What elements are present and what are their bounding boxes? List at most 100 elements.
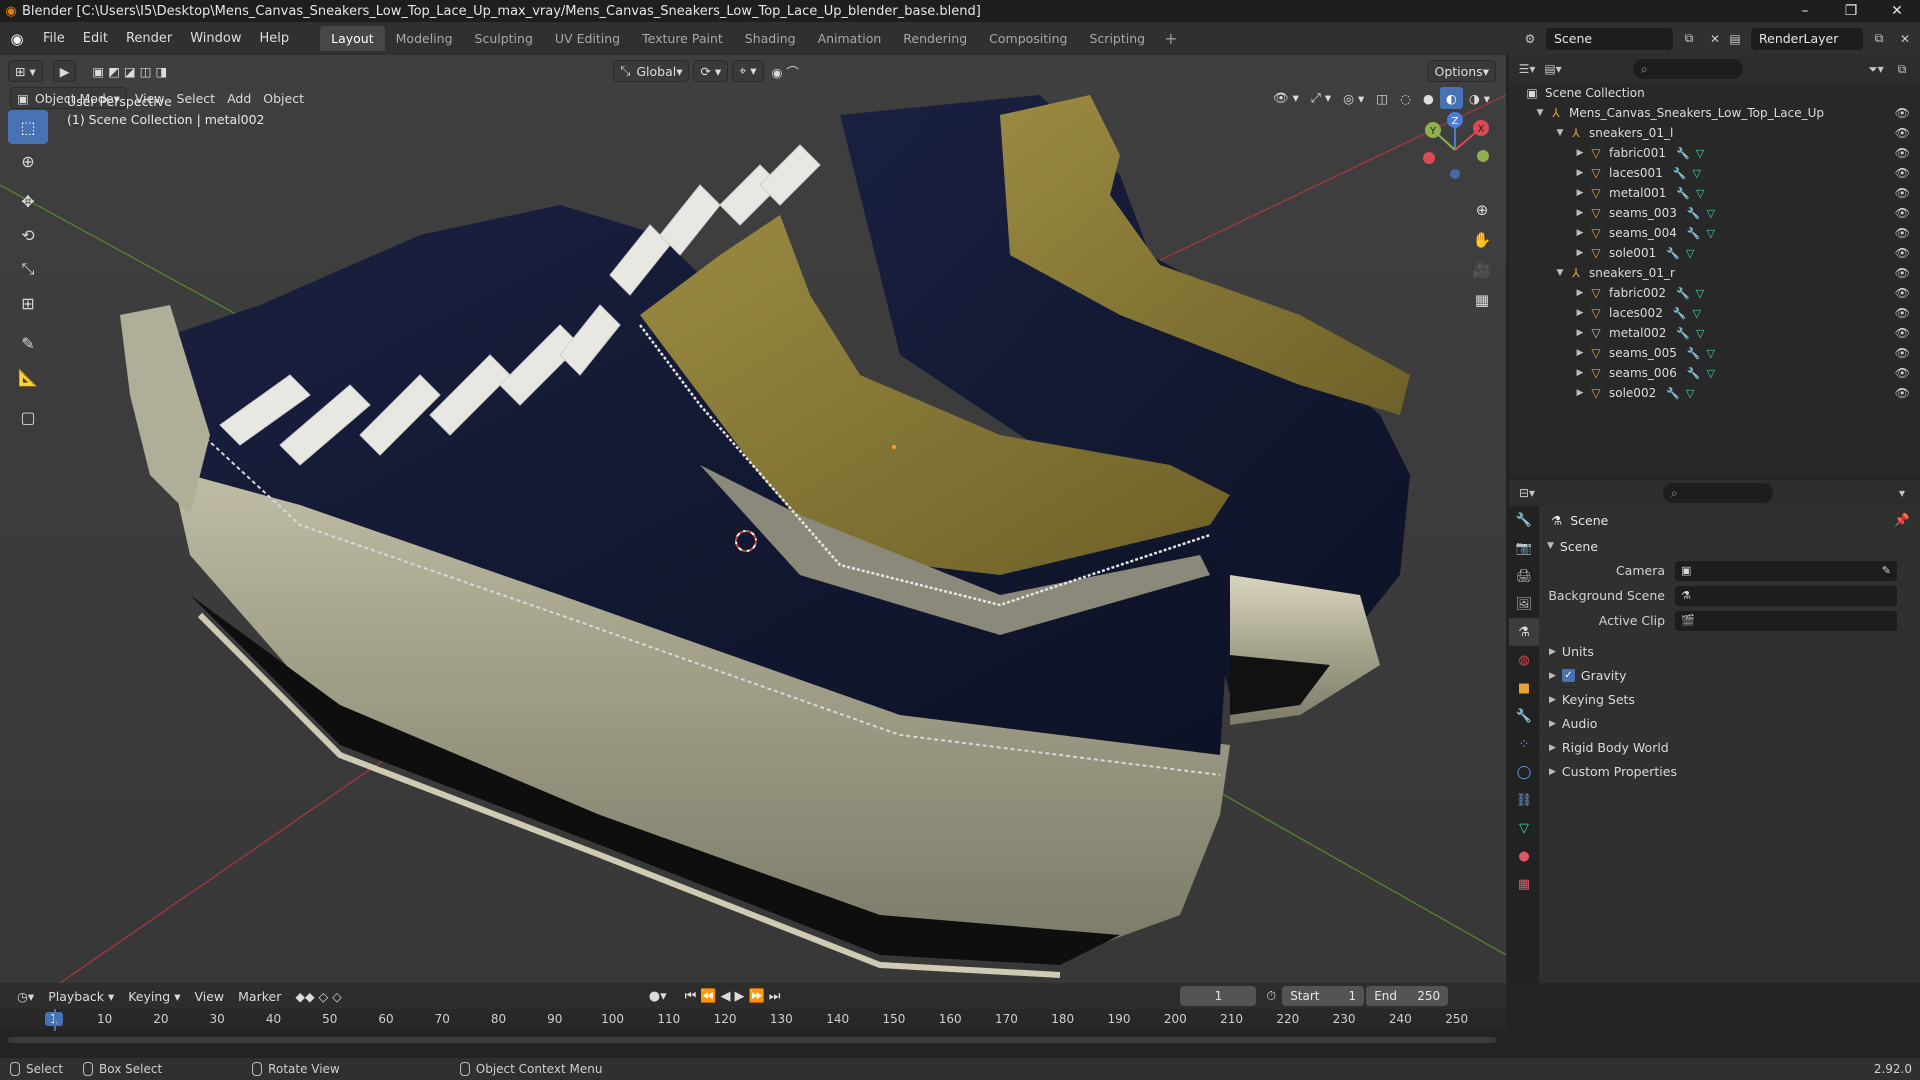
outliner-row-group[interactable]: ▼ ⅄ sneakers_01_r 👁 (1509, 263, 1920, 283)
expand-arrow-icon[interactable]: ▶ (1573, 168, 1587, 178)
visibility-eye-icon[interactable]: 👁 (1895, 206, 1910, 220)
object-tab-icon[interactable]: ■ (1509, 674, 1539, 702)
gizmo-toggle-icon[interactable]: ⤢ ▾ (1305, 87, 1337, 109)
snapping-icon[interactable]: ⌖ ▾ (732, 60, 764, 82)
viewport-scene[interactable] (0, 55, 1506, 983)
mesh-data-icon[interactable]: ▽ (1707, 367, 1715, 380)
annotate-icon[interactable]: ✎ (8, 326, 48, 360)
properties-options-icon[interactable]: ▾ (1892, 483, 1912, 503)
gravity-checkbox[interactable]: ✓ (1561, 669, 1575, 682)
visibility-eye-icon[interactable]: 👁 (1895, 346, 1910, 360)
modifier-icon[interactable]: 🔧 (1666, 387, 1680, 400)
outliner-row-object[interactable]: ▶ ▽ seams_004 🔧 ▽ 👁 (1509, 223, 1920, 243)
texture-tab-icon[interactable]: ▦ (1509, 870, 1539, 898)
modifier-icon[interactable]: 🔧 (1687, 207, 1701, 220)
outliner-row-object[interactable]: ▶ ▽ sole002 🔧 ▽ 👁 (1509, 383, 1920, 403)
jump-start-icon[interactable]: ⏮ (685, 989, 697, 1004)
mesh-data-icon[interactable]: ▽ (1707, 227, 1715, 240)
delete-scene-icon[interactable]: ✕ (1705, 29, 1725, 49)
camera-view-icon[interactable]: 🎥 (1466, 255, 1498, 285)
display-mode-icon[interactable]: ▤▾ (1543, 59, 1563, 79)
shading-wireframe-icon[interactable]: ◌ (1394, 87, 1417, 109)
modifier-icon[interactable]: 🔧 (1676, 287, 1690, 300)
menu-help[interactable]: Help (251, 31, 299, 46)
play-reverse-icon[interactable]: ◀ (721, 989, 731, 1004)
modifier-icon[interactable]: 🔧 (1676, 327, 1690, 340)
transform-icon[interactable]: ⊞ (8, 286, 48, 320)
timeline-editor-icon[interactable]: ◷▾ (10, 989, 41, 1004)
visibility-eye-icon[interactable]: 👁 (1895, 386, 1910, 400)
add-cube-icon[interactable]: ▢ (8, 400, 48, 434)
mesh-data-icon[interactable]: ▽ (1686, 247, 1694, 260)
scene-section-header[interactable]: ▼ Scene (1539, 534, 1920, 558)
view-layer-field[interactable]: RenderLayer (1751, 27, 1863, 50)
physics-tab-icon[interactable]: ◯ (1509, 758, 1539, 786)
outliner-row-object[interactable]: ▶ ▽ metal001 🔧 ▽ 👁 (1509, 183, 1920, 203)
timeline-ruler[interactable]: 1102030405060708090100110120130140150160… (0, 1009, 1506, 1029)
timeline-track[interactable] (0, 1009, 1506, 1058)
select-mode-icon[interactable]: ▶ (52, 60, 77, 82)
world-tab-icon[interactable]: ◍ (1509, 646, 1539, 674)
mesh-data-icon[interactable]: ▽ (1707, 207, 1715, 220)
material-tab-icon[interactable]: ● (1509, 842, 1539, 870)
outliner-row-object[interactable]: ▶ ▽ seams_005 🔧 ▽ 👁 (1509, 343, 1920, 363)
blender-menu-icon[interactable]: ◉ (0, 30, 34, 48)
move-icon[interactable]: ✥ (8, 184, 48, 218)
visibility-eye-icon[interactable]: 👁 (1895, 326, 1910, 340)
particles-tab-icon[interactable]: ⁘ (1509, 730, 1539, 758)
shading-solid-icon[interactable]: ● (1417, 87, 1440, 109)
eyedropper-icon[interactable]: ✎ (1882, 564, 1891, 577)
visibility-eye-icon[interactable]: 👁 (1895, 186, 1910, 200)
new-view-layer-icon[interactable]: ⧉ (1869, 29, 1889, 49)
expand-arrow-icon[interactable]: ▼ (1553, 268, 1567, 278)
tab-sculpting[interactable]: Sculpting (464, 26, 544, 51)
end-frame-field[interactable]: End 250 (1366, 986, 1449, 1006)
rotate-icon[interactable]: ⟲ (8, 218, 48, 252)
view-layer-tab-icon[interactable]: 🖼 (1509, 590, 1539, 618)
close-icon[interactable]: ✕ (1874, 0, 1920, 22)
menu-file[interactable]: File (34, 31, 74, 46)
outliner-row-object[interactable]: ▶ ▽ laces002 🔧 ▽ 👁 (1509, 303, 1920, 323)
visibility-eye-icon[interactable]: 👁 (1895, 246, 1910, 260)
menu-edit[interactable]: Edit (74, 31, 117, 46)
output-tab-icon[interactable]: 🖨 (1509, 562, 1539, 590)
visibility-eye-icon[interactable]: 👁 (1895, 126, 1910, 140)
navigation-gizmo[interactable]: Z Y X (1415, 110, 1495, 190)
overlay-toggle-icon[interactable]: ◎ ▾ (1337, 87, 1370, 109)
current-frame-field[interactable]: 1 (1180, 986, 1257, 1006)
ortho-grid-icon[interactable]: ▦ (1466, 285, 1498, 315)
menu-playback[interactable]: Playback ▾ (41, 989, 121, 1004)
keyframe-icons[interactable]: ◆◆ ◇ ◇ (288, 989, 348, 1004)
panel-custom-properties[interactable]: ▶ Custom Properties (1539, 759, 1920, 783)
cursor-icon[interactable]: ⊕ (8, 144, 48, 178)
outliner-editor-icon[interactable]: ☰▾ (1517, 59, 1537, 79)
minimize-icon[interactable]: – (1782, 0, 1828, 22)
outliner-row-object[interactable]: ▶ ▽ seams_003 🔧 ▽ 👁 (1509, 203, 1920, 223)
tab-uv-editing[interactable]: UV Editing (544, 26, 631, 51)
scene-name-field[interactable]: Scene (1546, 27, 1673, 50)
measure-icon[interactable]: 📐 (8, 360, 48, 394)
menu-object[interactable]: Object (257, 87, 310, 109)
modifier-icon[interactable]: 🔧 (1687, 367, 1701, 380)
delete-view-layer-icon[interactable]: ✕ (1895, 29, 1915, 49)
visibility-icon[interactable]: 👁 ▾ (1267, 87, 1305, 109)
outliner-search-input[interactable]: ⌕ (1633, 59, 1743, 79)
data-tab-icon[interactable]: ▽ (1509, 814, 1539, 842)
tab-animation[interactable]: Animation (807, 26, 893, 51)
modifier-icon[interactable]: 🔧 (1673, 307, 1687, 320)
modifier-icon[interactable]: 🔧 (1666, 247, 1680, 260)
menu-window[interactable]: Window (181, 31, 250, 46)
mesh-data-icon[interactable]: ▽ (1693, 167, 1701, 180)
panel-gravity[interactable]: ▶ ✓ Gravity (1539, 663, 1920, 687)
modifier-icon[interactable]: 🔧 (1687, 347, 1701, 360)
visibility-eye-icon[interactable]: 👁 (1895, 106, 1910, 120)
tab-texture-paint[interactable]: Texture Paint (631, 26, 734, 51)
mesh-data-icon[interactable]: ▽ (1696, 187, 1704, 200)
scene-icon[interactable]: ⚙ (1520, 29, 1540, 49)
record-icon[interactable]: ●▾ (649, 989, 667, 1004)
zoom-icon[interactable]: ⊕ (1466, 195, 1498, 225)
modifier-icon[interactable]: 🔧 (1687, 227, 1701, 240)
expand-arrow-icon[interactable]: ▼ (1533, 108, 1547, 118)
select-box-icon[interactable]: ⬚ (8, 110, 48, 144)
visibility-eye-icon[interactable]: 👁 (1895, 286, 1910, 300)
